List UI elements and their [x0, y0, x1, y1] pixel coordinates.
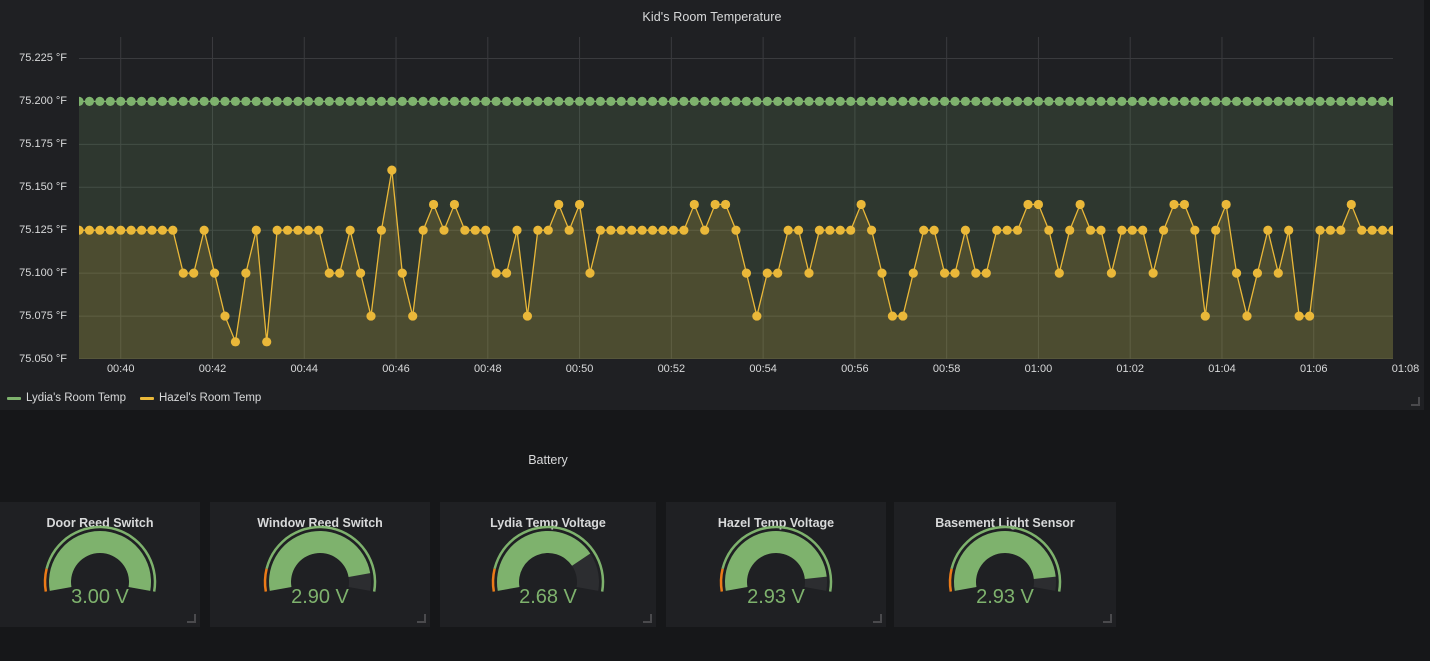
gauge-value: 2.93 V — [895, 586, 1115, 609]
gauge-body: 2.68 V — [441, 530, 655, 620]
gauge-resize-handle[interactable] — [418, 615, 427, 624]
gauge-panel: Window Reed Switch2.90 V — [210, 502, 430, 627]
chart-legend: Lydia's Room Temp Hazel's Room Temp — [1, 389, 1425, 407]
gauge-value: 2.68 V — [441, 586, 655, 609]
gauge-resize-handle[interactable] — [1104, 615, 1113, 624]
panel-resize-handle[interactable] — [1412, 398, 1421, 407]
x-axis-tick: 01:00 — [1025, 363, 1053, 375]
gauge-body: 3.00 V — [1, 530, 199, 620]
gauge-value: 2.90 V — [211, 586, 429, 609]
y-axis-labels: 75.225 °F 75.200 °F 75.175 °F 75.150 °F 75.1… — [1, 29, 75, 359]
gauge-body: 2.90 V — [211, 530, 429, 620]
gauge-resize-handle[interactable] — [188, 615, 197, 624]
gauge-resize-handle[interactable] — [874, 615, 883, 624]
legend-label: Hazel's Room Temp — [159, 392, 261, 404]
x-axis-tick: 00:56 — [841, 363, 869, 375]
panel-title-battery[interactable]: Battery — [0, 424, 1096, 467]
x-axis-tick: 00:40 — [107, 363, 135, 375]
legend-color-swatch — [7, 397, 21, 400]
gauge-body: 2.93 V — [667, 530, 885, 620]
temperature-panel: Kid's Room Temperature 75.225 °F 75.200 °… — [0, 0, 1424, 410]
gauge-panel: Hazel Temp Voltage2.93 V — [666, 502, 886, 627]
x-axis-tick: 00:52 — [658, 363, 686, 375]
x-axis-tick: 00:44 — [290, 363, 318, 375]
grafana-dashboard: Kid's Room Temperature 75.225 °F 75.200 °… — [0, 0, 1430, 661]
chart-svg — [79, 37, 1393, 359]
y-axis-tick: 75.125 °F — [19, 224, 67, 236]
gauge-body: 2.93 V — [895, 530, 1115, 620]
x-axis-tick: 01:04 — [1208, 363, 1236, 375]
y-axis-tick: 75.075 °F — [19, 310, 67, 322]
x-axis-tick: 00:48 — [474, 363, 502, 375]
legend-item[interactable]: Hazel's Room Temp — [140, 392, 261, 404]
gauge-value: 3.00 V — [1, 586, 199, 609]
x-axis-tick: 00:50 — [566, 363, 594, 375]
x-axis-tick: 01:08 — [1392, 363, 1420, 375]
plot-canvas[interactable] — [79, 37, 1393, 359]
gauge-resize-handle[interactable] — [644, 615, 653, 624]
y-axis-tick: 75.175 °F — [19, 138, 67, 150]
temperature-plot: 75.225 °F 75.200 °F 75.175 °F 75.150 °F 75.1… — [1, 29, 1425, 369]
legend-item[interactable]: Lydia's Room Temp — [7, 392, 126, 404]
y-axis-tick: 75.150 °F — [19, 181, 67, 193]
y-axis-tick: 75.100 °F — [19, 267, 67, 279]
gauge-panel: Lydia Temp Voltage2.68 V — [440, 502, 656, 627]
battery-section: Battery — [0, 424, 1120, 496]
y-axis-tick: 75.225 °F — [19, 52, 67, 64]
x-axis-tick: 01:02 — [1116, 363, 1144, 375]
gauge-panel: Door Reed Switch3.00 V — [0, 502, 200, 627]
x-axis-tick: 00:54 — [749, 363, 777, 375]
x-axis-tick: 00:42 — [199, 363, 227, 375]
gauge-value: 2.93 V — [667, 586, 885, 609]
legend-label: Lydia's Room Temp — [26, 392, 126, 404]
panel-title-temperature[interactable]: Kid's Room Temperature — [1, 1, 1423, 24]
x-axis-labels: 00:40 00:42 00:44 00:46 00:48 00:50 00:52 00:54… — [1, 363, 1425, 385]
y-axis-tick: 75.200 °F — [19, 95, 67, 107]
legend-color-swatch — [140, 397, 154, 400]
x-axis-tick: 00:46 — [382, 363, 410, 375]
x-axis-tick: 00:58 — [933, 363, 961, 375]
x-axis-tick: 01:06 — [1300, 363, 1328, 375]
gauge-panel: Basement Light Sensor2.93 V — [894, 502, 1116, 627]
